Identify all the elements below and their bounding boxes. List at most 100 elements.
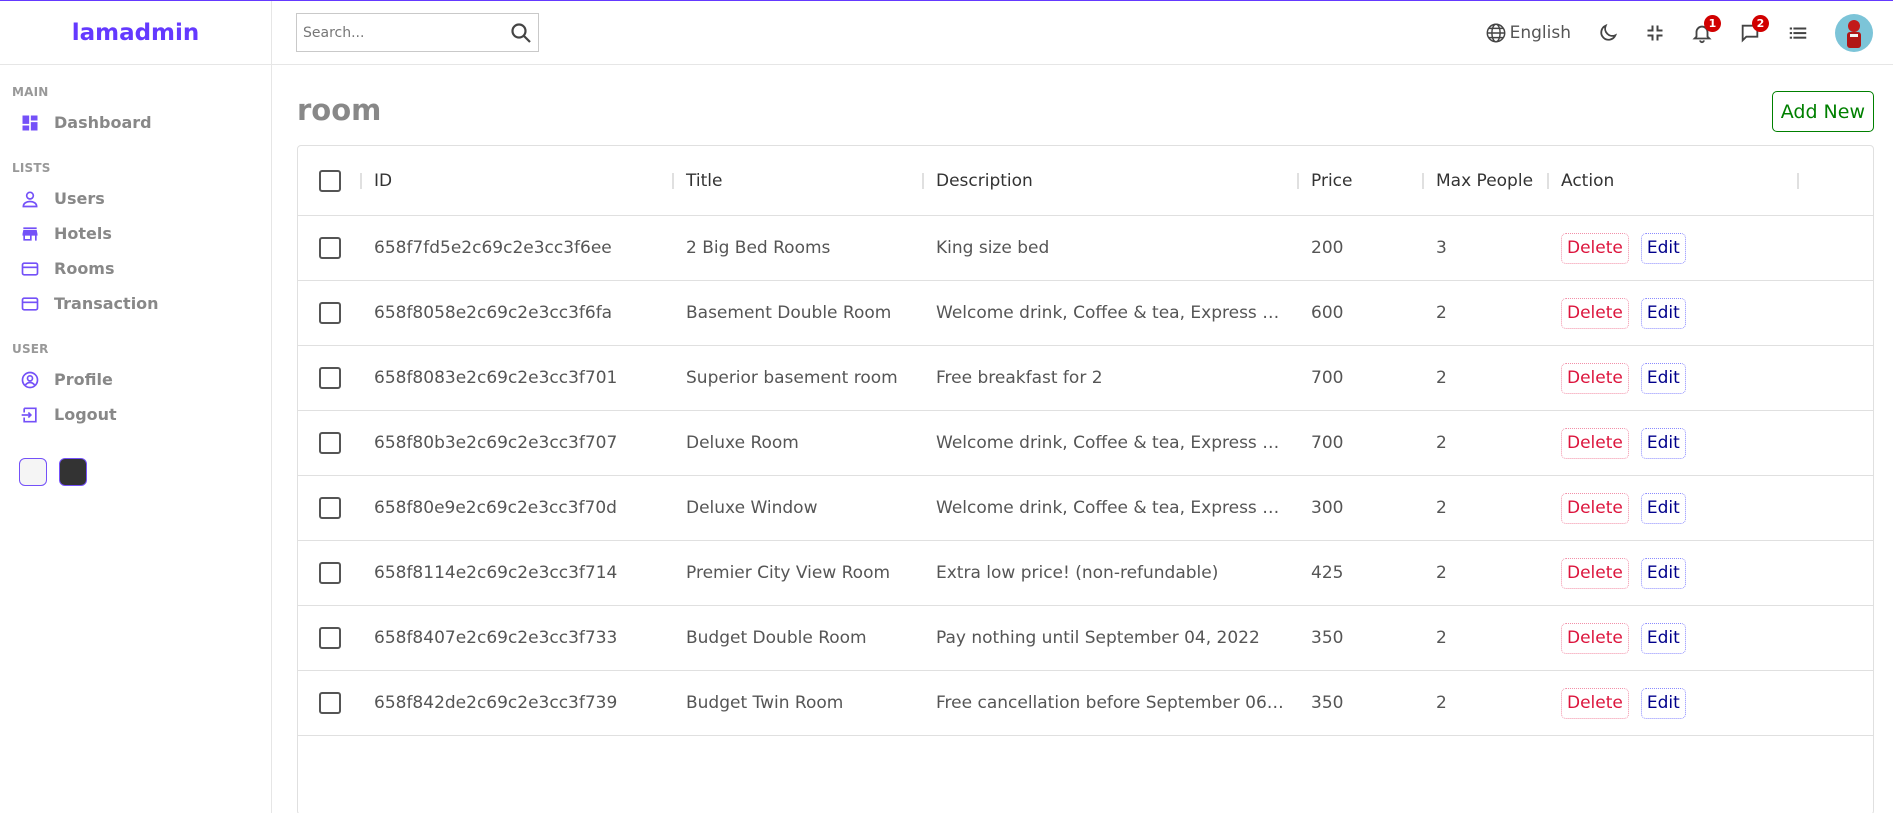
cell-max-people: 2 (1436, 628, 1447, 648)
cell-price: 350 (1311, 628, 1344, 648)
edit-button[interactable]: Edit (1640, 492, 1686, 524)
delete-button[interactable]: Delete (1561, 362, 1629, 394)
cell-id: 658f8058e2c69c2e3cc3f6fa (374, 303, 613, 323)
delete-button[interactable]: Delete (1561, 232, 1629, 264)
row-checkbox[interactable] (319, 367, 341, 389)
cell-action: Delete Edit (1549, 346, 1799, 410)
cell-price: 350 (1311, 693, 1344, 713)
row-checkbox[interactable] (319, 497, 341, 519)
column-header-description[interactable]: Description (924, 146, 1299, 215)
store-icon (19, 223, 41, 245)
cell-action: Delete Edit (1549, 476, 1799, 540)
sidebar-item-label: Users (54, 189, 105, 208)
search-icon[interactable] (509, 21, 533, 45)
edit-button[interactable]: Edit (1640, 687, 1686, 719)
sidebar-item-users[interactable]: Users (0, 181, 271, 216)
sidebar-item-profile[interactable]: Profile (0, 362, 271, 397)
account-circle-icon (19, 369, 41, 391)
table-row[interactable]: 658f7fd5e2c69c2e3cc3f6ee 2 Big Bed Rooms… (298, 216, 1873, 281)
edit-button[interactable]: Edit (1640, 622, 1686, 654)
row-select-cell (298, 606, 362, 670)
delete-button[interactable]: Delete (1561, 557, 1629, 589)
messages-button[interactable]: 2 (1739, 14, 1769, 44)
light-theme-button[interactable] (19, 458, 47, 486)
edit-button[interactable]: Edit (1640, 362, 1686, 394)
table-row[interactable]: 658f80e9e2c69c2e3cc3f70d Deluxe Window W… (298, 476, 1873, 541)
delete-button[interactable]: Delete (1561, 687, 1629, 719)
column-header-price[interactable]: Price (1299, 146, 1424, 215)
app-logo[interactable]: lamadmin (72, 20, 200, 46)
table-row[interactable]: 658f8407e2c69c2e3cc3f733 Budget Double R… (298, 606, 1873, 671)
row-checkbox[interactable] (319, 302, 341, 324)
sidebar-item-rooms[interactable]: Rooms (0, 251, 271, 286)
sidebar-item-transaction[interactable]: Transaction (0, 286, 271, 321)
select-all-checkbox[interactable] (319, 169, 341, 192)
cell-id: 658f80e9e2c69c2e3cc3f70d (374, 498, 617, 518)
cell-action: Delete Edit (1549, 216, 1799, 280)
list-menu-button[interactable] (1787, 22, 1809, 44)
language-selector[interactable]: English (1485, 22, 1571, 44)
row-checkbox[interactable] (319, 692, 341, 714)
delete-button[interactable]: Delete (1561, 297, 1629, 329)
dark-mode-toggle[interactable] (1597, 22, 1619, 44)
row-select-cell (298, 476, 362, 540)
cell-description: Welcome drink, Coffee & tea, Express che… (924, 411, 1299, 475)
delete-button[interactable]: Delete (1561, 427, 1629, 459)
column-header-title[interactable]: Title (674, 146, 924, 215)
sidebar-item-hotels[interactable]: Hotels (0, 216, 271, 251)
search-input[interactable] (303, 24, 509, 41)
sidebar-item-logout[interactable]: Logout (0, 397, 271, 432)
avatar[interactable] (1835, 13, 1873, 52)
description-text: Extra low price! (non-refundable) (936, 563, 1219, 583)
edit-button[interactable]: Edit (1640, 427, 1686, 459)
column-header-max-people[interactable]: Max People (1424, 146, 1549, 215)
description-text: Welcome drink, Coffee & tea, Express che… (936, 498, 1287, 518)
row-checkbox[interactable] (319, 562, 341, 584)
column-header-id[interactable]: ID (362, 146, 674, 215)
person-icon (19, 188, 41, 210)
sidebar-item-dashboard[interactable]: Dashboard (0, 105, 271, 140)
cell-title: Superior basement room (686, 368, 898, 388)
cell-price: 600 (1311, 303, 1344, 323)
cell-title: Budget Twin Room (686, 693, 844, 713)
fullscreen-exit-button[interactable] (1645, 23, 1665, 43)
theme-options (19, 458, 271, 486)
cell-max-people: 2 (1436, 498, 1447, 518)
row-checkbox[interactable] (319, 432, 341, 454)
fullscreen-exit-icon (1645, 23, 1665, 43)
add-new-button[interactable]: Add New (1771, 91, 1874, 132)
edit-button[interactable]: Edit (1640, 232, 1686, 264)
row-checkbox[interactable] (319, 237, 341, 259)
description-text: Welcome drink, Coffee & tea, Express che… (936, 433, 1287, 453)
edit-button[interactable]: Edit (1640, 557, 1686, 589)
cell-max-people: 2 (1436, 368, 1447, 388)
description-text: Free cancellation before September 06, 2… (936, 693, 1287, 713)
notifications-button[interactable]: 1 (1691, 14, 1721, 44)
cell-title: Basement Double Room (686, 303, 892, 323)
table-row[interactable]: 658f842de2c69c2e3cc3f739 Budget Twin Roo… (298, 671, 1873, 736)
table-row[interactable]: 658f8114e2c69c2e3cc3f714 Premier City Vi… (298, 541, 1873, 606)
cell-description: Pay nothing until September 04, 2022 (924, 606, 1299, 670)
cell-action: Delete Edit (1549, 606, 1799, 670)
cell-id: 658f8407e2c69c2e3cc3f733 (374, 628, 618, 648)
delete-button[interactable]: Delete (1561, 492, 1629, 524)
table-header: ID Title Description Price Max People Ac… (298, 146, 1873, 216)
cell-description: Welcome drink, Coffee & tea, Express che… (924, 281, 1299, 345)
dark-theme-button[interactable] (59, 458, 87, 486)
table-row[interactable]: 658f8083e2c69c2e3cc3f701 Superior baseme… (298, 346, 1873, 411)
column-header-action[interactable]: Action (1549, 146, 1799, 215)
row-select-cell (298, 281, 362, 345)
cell-price: 300 (1311, 498, 1344, 518)
table-row[interactable]: 658f80b3e2c69c2e3cc3f707 Deluxe Room Wel… (298, 411, 1873, 476)
main-content: room Add New ID Title Description Price … (272, 65, 1893, 813)
row-select-cell (298, 346, 362, 410)
edit-button[interactable]: Edit (1640, 297, 1686, 329)
sidebar-item-label: Dashboard (54, 113, 152, 132)
cell-description: Free breakfast for 2 (924, 346, 1299, 410)
cell-description: King size bed (924, 216, 1299, 280)
description-text: Free breakfast for 2 (936, 368, 1103, 388)
table-row[interactable]: 658f8058e2c69c2e3cc3f6fa Basement Double… (298, 281, 1873, 346)
cell-max-people: 2 (1436, 303, 1447, 323)
delete-button[interactable]: Delete (1561, 622, 1629, 654)
row-checkbox[interactable] (319, 627, 341, 649)
